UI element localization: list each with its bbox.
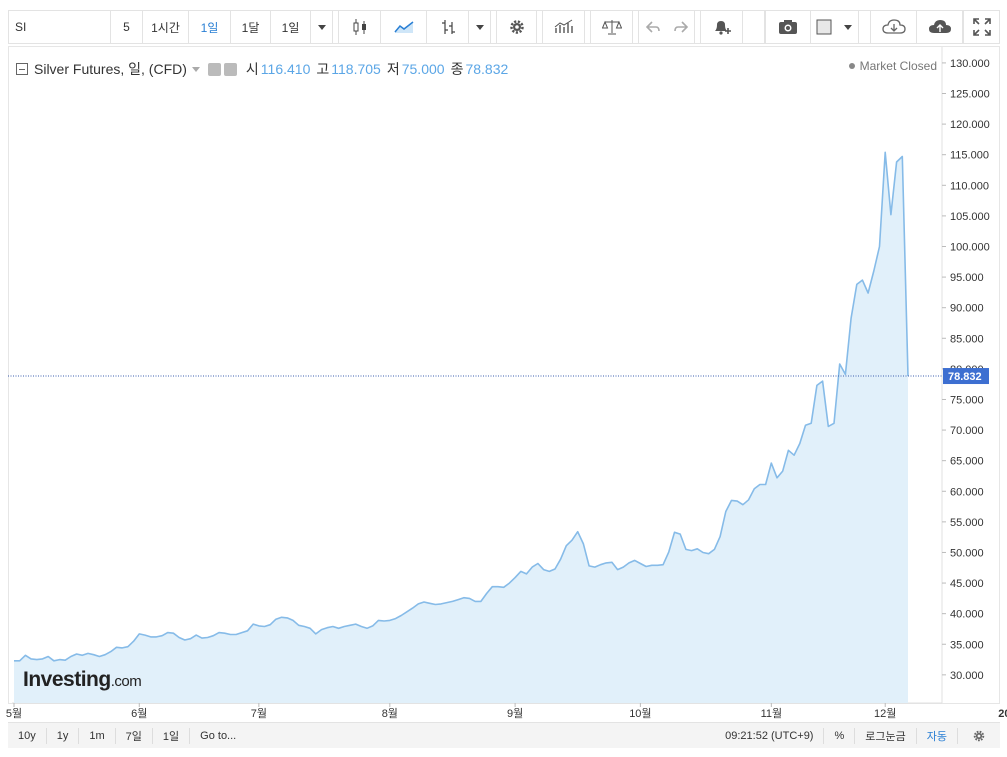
log-scale-button[interactable]: 로그눈금 — [855, 727, 917, 744]
y-tick-label: 60.000 — [950, 486, 984, 498]
series-legend: Silver Futures, 일, (CFD) 시 116.410 고 118… — [16, 59, 508, 79]
series-settings-icon[interactable] — [223, 62, 237, 76]
x-tick-label: 6월 — [131, 707, 147, 720]
goto-date-button[interactable]: Go to... — [190, 728, 246, 744]
y-tick-label: 40.000 — [950, 609, 984, 621]
auto-scale-button[interactable]: 자동 — [917, 727, 958, 744]
range-7d-button[interactable]: 7일 — [116, 727, 153, 744]
y-tick-label: 105.000 — [950, 211, 990, 223]
y-tick-label: 50.000 — [950, 547, 984, 559]
y-tick-label: 90.000 — [950, 303, 984, 315]
x-tick-label: 12월 — [874, 707, 896, 720]
price-area-fill — [14, 152, 908, 704]
y-tick-label: 110.000 — [950, 180, 989, 192]
y-tick-label: 85.000 — [950, 333, 984, 345]
y-tick-label: 125.000 — [950, 89, 990, 101]
last-price-label: 78.832 — [948, 371, 982, 383]
x-tick-label: 11월 — [761, 707, 783, 720]
close-label: 종 — [450, 61, 464, 77]
y-tick-label: 30.000 — [950, 670, 984, 682]
range-bar: 10y 1y 1m 7일 1일 Go to... 09:21:52 (UTC+9… — [8, 722, 1000, 748]
range-10y-button[interactable]: 10y — [8, 727, 47, 744]
y-tick-label: 75.000 — [950, 394, 984, 406]
x-tick-label: 8월 — [382, 707, 398, 720]
y-tick-label: 55.000 — [950, 517, 984, 529]
x-tick-label: 5월 — [6, 707, 22, 720]
y-tick-label: 100.000 — [950, 241, 990, 253]
y-tick-label: 45.000 — [950, 578, 984, 590]
caret-down-icon[interactable] — [191, 66, 200, 72]
x-tick-label: 7월 — [251, 707, 267, 720]
close-value: 78.832 — [465, 61, 509, 77]
y-tick-label: 95.000 — [950, 272, 984, 284]
range-1d-button[interactable]: 1일 — [153, 727, 191, 744]
series-title: Silver Futures, 일, (CFD) — [34, 61, 187, 77]
x-tick-label: 2026 — [998, 708, 1007, 720]
series-visibility-icon[interactable] — [207, 62, 221, 76]
y-tick-label: 65.000 — [950, 456, 984, 468]
y-tick-label: 115.000 — [950, 150, 989, 162]
market-status: Market Closed — [848, 59, 937, 73]
x-tick-label: 9월 — [507, 707, 523, 720]
chart-settings-button[interactable] — [958, 728, 1000, 744]
price-chart[interactable]: 30.000 35.000 40.000 45.000 50.000 55.000 60.0… — [0, 0, 1007, 757]
percent-scale-button[interactable]: % — [824, 727, 856, 744]
range-1y-button[interactable]: 1y — [47, 727, 80, 744]
gear-icon — [973, 730, 985, 741]
y-tick-label: 120.000 — [950, 119, 990, 131]
logo-brand: Investing — [23, 668, 111, 691]
low-value: 75.000 — [401, 61, 445, 77]
market-status-label: Market Closed — [859, 59, 937, 73]
collapse-legend-icon[interactable] — [16, 63, 28, 75]
y-tick-label: 35.000 — [950, 639, 984, 651]
high-value: 118.705 — [331, 61, 381, 77]
high-label: 고 — [316, 61, 330, 77]
range-1m-button[interactable]: 1m — [79, 727, 116, 744]
open-label: 시 — [245, 61, 259, 77]
low-label: 저 — [386, 61, 400, 77]
y-tick-label: 70.000 — [950, 425, 984, 437]
y-tick-label: 130.000 — [950, 58, 990, 70]
open-value: 116.410 — [260, 61, 311, 77]
status-dot-icon — [848, 63, 855, 69]
investing-logo: Investing.com — [23, 668, 142, 692]
x-tick-label: 10월 — [629, 707, 651, 720]
logo-suffix: .com — [110, 673, 142, 690]
clock-readout[interactable]: 09:21:52 (UTC+9) — [715, 727, 825, 744]
